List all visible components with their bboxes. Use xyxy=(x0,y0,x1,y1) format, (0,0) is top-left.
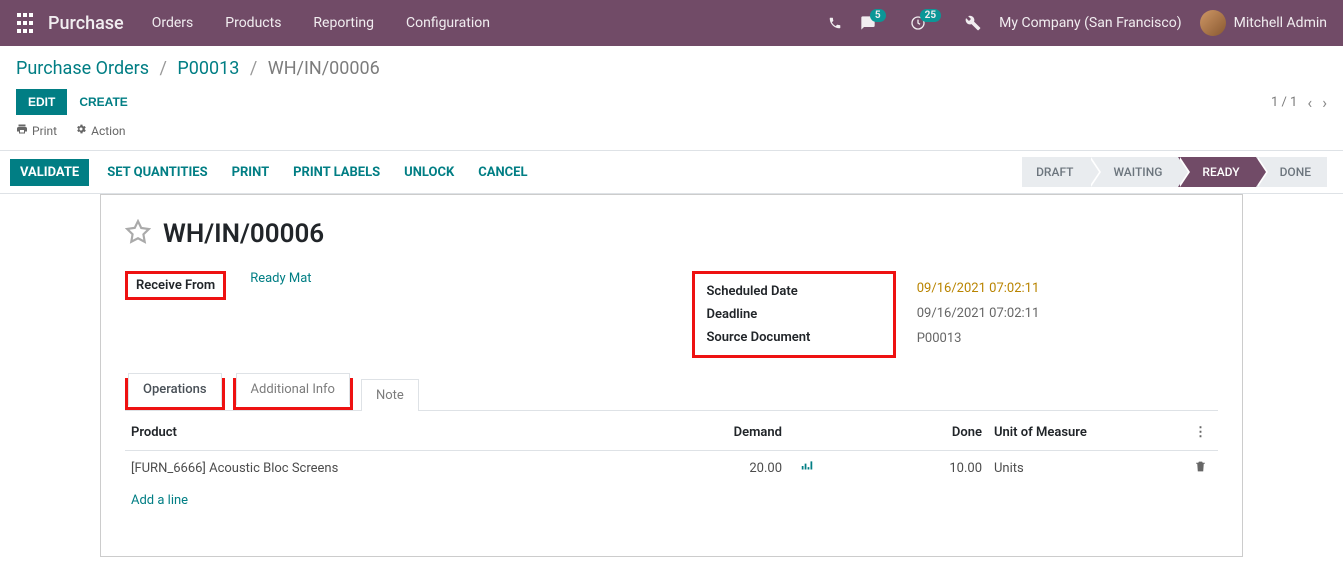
pager: 1 / 1 xyxy=(1271,95,1297,110)
col-uom: Unit of Measure xyxy=(988,415,1188,451)
status-waiting[interactable]: WAITING xyxy=(1089,157,1178,187)
add-line-link[interactable]: Add a line xyxy=(131,493,188,508)
highlight-tab-additional: Additional Info xyxy=(233,378,353,410)
scheduled-date-value: 09/16/2021 07:02:11 xyxy=(917,281,1040,296)
gear-icon xyxy=(75,123,87,138)
debug-icon[interactable] xyxy=(965,15,981,31)
cell-product: [FURN_6666] Acoustic Bloc Screens xyxy=(125,451,608,486)
menu-products[interactable]: Products xyxy=(225,15,281,31)
tabs: Operations Additional Info Note xyxy=(125,378,1218,411)
tab-operations[interactable]: Operations xyxy=(128,373,222,406)
activities-icon[interactable]: 25 xyxy=(910,15,947,31)
action-bar: VALIDATE SET QUANTITIES PRINT PRINT LABE… xyxy=(0,150,1343,194)
col-done: Done xyxy=(868,415,988,451)
apps-icon[interactable] xyxy=(16,12,32,34)
breadcrumb: Purchase Orders / P00013 / WH/IN/00006 xyxy=(16,58,1327,79)
breadcrumb-parent[interactable]: P00013 xyxy=(177,58,239,79)
scheduled-date-label: Scheduled Date xyxy=(707,284,877,299)
star-icon[interactable] xyxy=(125,219,151,249)
company-switcher[interactable]: My Company (San Francisco) xyxy=(999,15,1181,31)
menu-reporting[interactable]: Reporting xyxy=(313,15,374,31)
status-draft[interactable]: DRAFT xyxy=(1022,157,1089,187)
control-panel: Purchase Orders / P00013 / WH/IN/00006 E… xyxy=(0,46,1343,138)
forecast-icon[interactable] xyxy=(800,462,814,477)
unlock-button[interactable]: UNLOCK xyxy=(404,165,454,180)
status-bar: DRAFT WAITING READY DONE xyxy=(1022,157,1327,187)
form-sheet: WH/IN/00006 Receive From Ready Mat Sched… xyxy=(100,194,1243,557)
record-title: WH/IN/00006 xyxy=(163,219,324,249)
phone-icon[interactable] xyxy=(828,16,842,30)
source-document-label: Source Document xyxy=(707,330,877,345)
print-button[interactable]: PRINT xyxy=(232,165,270,180)
print-labels-button[interactable]: PRINT LABELS xyxy=(293,165,380,180)
cell-done: 10.00 xyxy=(868,451,988,486)
receive-from-label: Receive From xyxy=(136,278,215,293)
operations-table: Product Demand Done Unit of Measure ⋮ [F… xyxy=(125,415,1218,516)
validate-button[interactable]: VALIDATE xyxy=(10,159,89,186)
activities-badge: 25 xyxy=(920,9,941,22)
top-nav: Purchase Orders Products Reporting Confi… xyxy=(0,0,1343,46)
messages-icon[interactable]: 5 xyxy=(860,15,892,31)
printer-icon xyxy=(16,123,28,138)
cell-demand: 20.00 xyxy=(608,451,788,486)
app-brand[interactable]: Purchase xyxy=(48,13,124,34)
highlight-details: Scheduled Date Deadline Source Document xyxy=(692,271,896,358)
col-product: Product xyxy=(125,415,608,451)
menu-configuration[interactable]: Configuration xyxy=(406,15,490,31)
deadline-value: 09/16/2021 07:02:11 xyxy=(917,306,1040,321)
receive-from-value[interactable]: Ready Mat xyxy=(250,271,311,286)
source-document-value[interactable]: P00013 xyxy=(917,331,962,346)
action-dropdown[interactable]: Action xyxy=(75,123,125,138)
print-dropdown[interactable]: Print xyxy=(16,123,57,138)
table-row[interactable]: [FURN_6666] Acoustic Bloc Screens 20.00 … xyxy=(125,451,1218,486)
menu-orders[interactable]: Orders xyxy=(152,15,194,31)
avatar xyxy=(1200,10,1226,36)
trash-icon[interactable] xyxy=(1194,462,1207,477)
cell-uom: Units xyxy=(988,451,1188,486)
user-menu[interactable]: Mitchell Admin xyxy=(1200,10,1327,36)
tab-note[interactable]: Note xyxy=(361,379,419,411)
col-demand: Demand xyxy=(608,415,788,451)
edit-button[interactable]: EDIT xyxy=(16,89,67,115)
pager-next-icon[interactable]: › xyxy=(1322,93,1327,112)
breadcrumb-current: WH/IN/00006 xyxy=(268,58,380,79)
highlight-receive-from: Receive From xyxy=(125,271,226,300)
create-button[interactable]: CREATE xyxy=(79,95,127,109)
kebab-icon[interactable]: ⋮ xyxy=(1194,425,1207,440)
breadcrumb-root[interactable]: Purchase Orders xyxy=(16,58,149,79)
deadline-label: Deadline xyxy=(707,307,877,322)
cancel-button[interactable]: CANCEL xyxy=(478,165,527,180)
highlight-tab-operations: Operations xyxy=(125,378,225,410)
user-name: Mitchell Admin xyxy=(1234,15,1327,31)
set-quantities-button[interactable]: SET QUANTITIES xyxy=(107,165,207,180)
messages-badge: 5 xyxy=(870,9,886,22)
pager-prev-icon[interactable]: ‹ xyxy=(1307,93,1312,112)
tab-additional-info[interactable]: Additional Info xyxy=(236,373,350,405)
